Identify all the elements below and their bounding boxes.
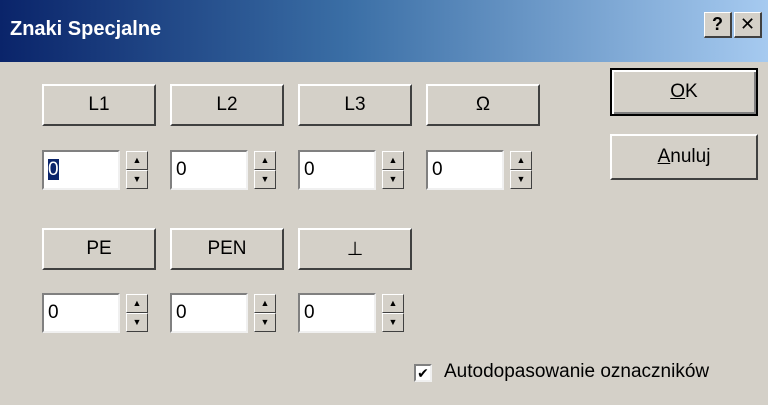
cancel-label: nuluj: [670, 146, 711, 167]
arrow-down-icon: ▼: [132, 174, 142, 184]
arrow-up-icon: ▲: [132, 298, 142, 308]
ok-mnemonic: O: [670, 81, 686, 102]
pen-label: PEN: [207, 238, 247, 259]
help-icon: ?: [712, 14, 723, 34]
arrow-up-icon: ▲: [516, 155, 526, 165]
omega-input[interactable]: 0: [426, 150, 504, 190]
spin-up-button[interactable]: ▲: [126, 294, 148, 313]
pe-button[interactable]: PE: [42, 228, 156, 270]
l1-spinner[interactable]: 0 ▲ ▼: [42, 150, 176, 190]
l2-input[interactable]: 0: [170, 150, 248, 190]
pe-spinner[interactable]: 0 ▲ ▼: [42, 293, 176, 333]
pen-button[interactable]: PEN: [170, 228, 284, 270]
spin-up-button[interactable]: ▲: [126, 151, 148, 170]
close-button[interactable]: ✕: [734, 12, 762, 38]
arrow-down-icon: ▼: [388, 317, 398, 327]
l2-button[interactable]: L2: [170, 84, 284, 126]
pen-spinner[interactable]: 0 ▲ ▼: [170, 293, 304, 333]
ok-button[interactable]: OK: [610, 68, 758, 116]
arrow-up-icon: ▲: [388, 298, 398, 308]
window-title: Znaki Specjalne: [10, 18, 162, 40]
l2-spinner[interactable]: 0 ▲ ▼: [170, 150, 304, 190]
l1-input[interactable]: 0: [42, 150, 120, 190]
autofit-label[interactable]: Autodopasowanie oznaczników: [444, 361, 709, 383]
spin-up-button[interactable]: ▲: [254, 151, 276, 170]
l1-label: L1: [88, 94, 110, 115]
spin-down-button[interactable]: ▼: [510, 170, 532, 189]
l1-button[interactable]: L1: [42, 84, 156, 126]
title-bar[interactable]: Znaki Specjalne ? ✕: [0, 0, 768, 62]
spin-down-button[interactable]: ▼: [126, 313, 148, 332]
l2-label: L2: [216, 94, 238, 115]
spin-down-button[interactable]: ▼: [382, 170, 404, 189]
ground-spinner[interactable]: 0 ▲ ▼: [298, 293, 432, 333]
close-icon: ✕: [739, 14, 756, 34]
check-icon: ✔: [417, 365, 429, 381]
l3-label: L3: [344, 94, 366, 115]
spin-up-button[interactable]: ▲: [254, 294, 276, 313]
arrow-up-icon: ▲: [132, 155, 142, 165]
arrow-down-icon: ▼: [260, 317, 270, 327]
omega-button[interactable]: Ω: [426, 84, 540, 126]
omega-spinner[interactable]: 0 ▲ ▼: [426, 150, 560, 190]
arrow-down-icon: ▼: [132, 317, 142, 327]
l3-button[interactable]: L3: [298, 84, 412, 126]
l3-spinner[interactable]: 0 ▲ ▼: [298, 150, 432, 190]
arrow-up-icon: ▲: [260, 155, 270, 165]
spin-down-button[interactable]: ▼: [254, 313, 276, 332]
pen-input[interactable]: 0: [170, 293, 248, 333]
pe-label: PE: [86, 238, 112, 259]
l3-input[interactable]: 0: [298, 150, 376, 190]
arrow-down-icon: ▼: [388, 174, 398, 184]
spin-down-button[interactable]: ▼: [254, 170, 276, 189]
ground-input[interactable]: 0: [298, 293, 376, 333]
omega-label: Ω: [475, 94, 491, 115]
cancel-button[interactable]: Anuluj: [610, 134, 758, 180]
spin-up-button[interactable]: ▲: [510, 151, 532, 170]
ground-button[interactable]: ⊥: [298, 228, 412, 270]
arrow-down-icon: ▼: [260, 174, 270, 184]
arrow-up-icon: ▲: [260, 298, 270, 308]
autofit-checkbox[interactable]: ✔: [414, 364, 432, 382]
help-button[interactable]: ?: [704, 12, 732, 38]
pe-input[interactable]: 0: [42, 293, 120, 333]
spin-down-button[interactable]: ▼: [126, 170, 148, 189]
cancel-mnemonic: A: [657, 146, 671, 167]
ground-label: ⊥: [346, 238, 364, 260]
spin-up-button[interactable]: ▲: [382, 294, 404, 313]
spin-down-button[interactable]: ▼: [382, 313, 404, 332]
ok-label: K: [685, 81, 698, 102]
spin-up-button[interactable]: ▲: [382, 151, 404, 170]
arrow-down-icon: ▼: [516, 174, 526, 184]
arrow-up-icon: ▲: [388, 155, 398, 165]
